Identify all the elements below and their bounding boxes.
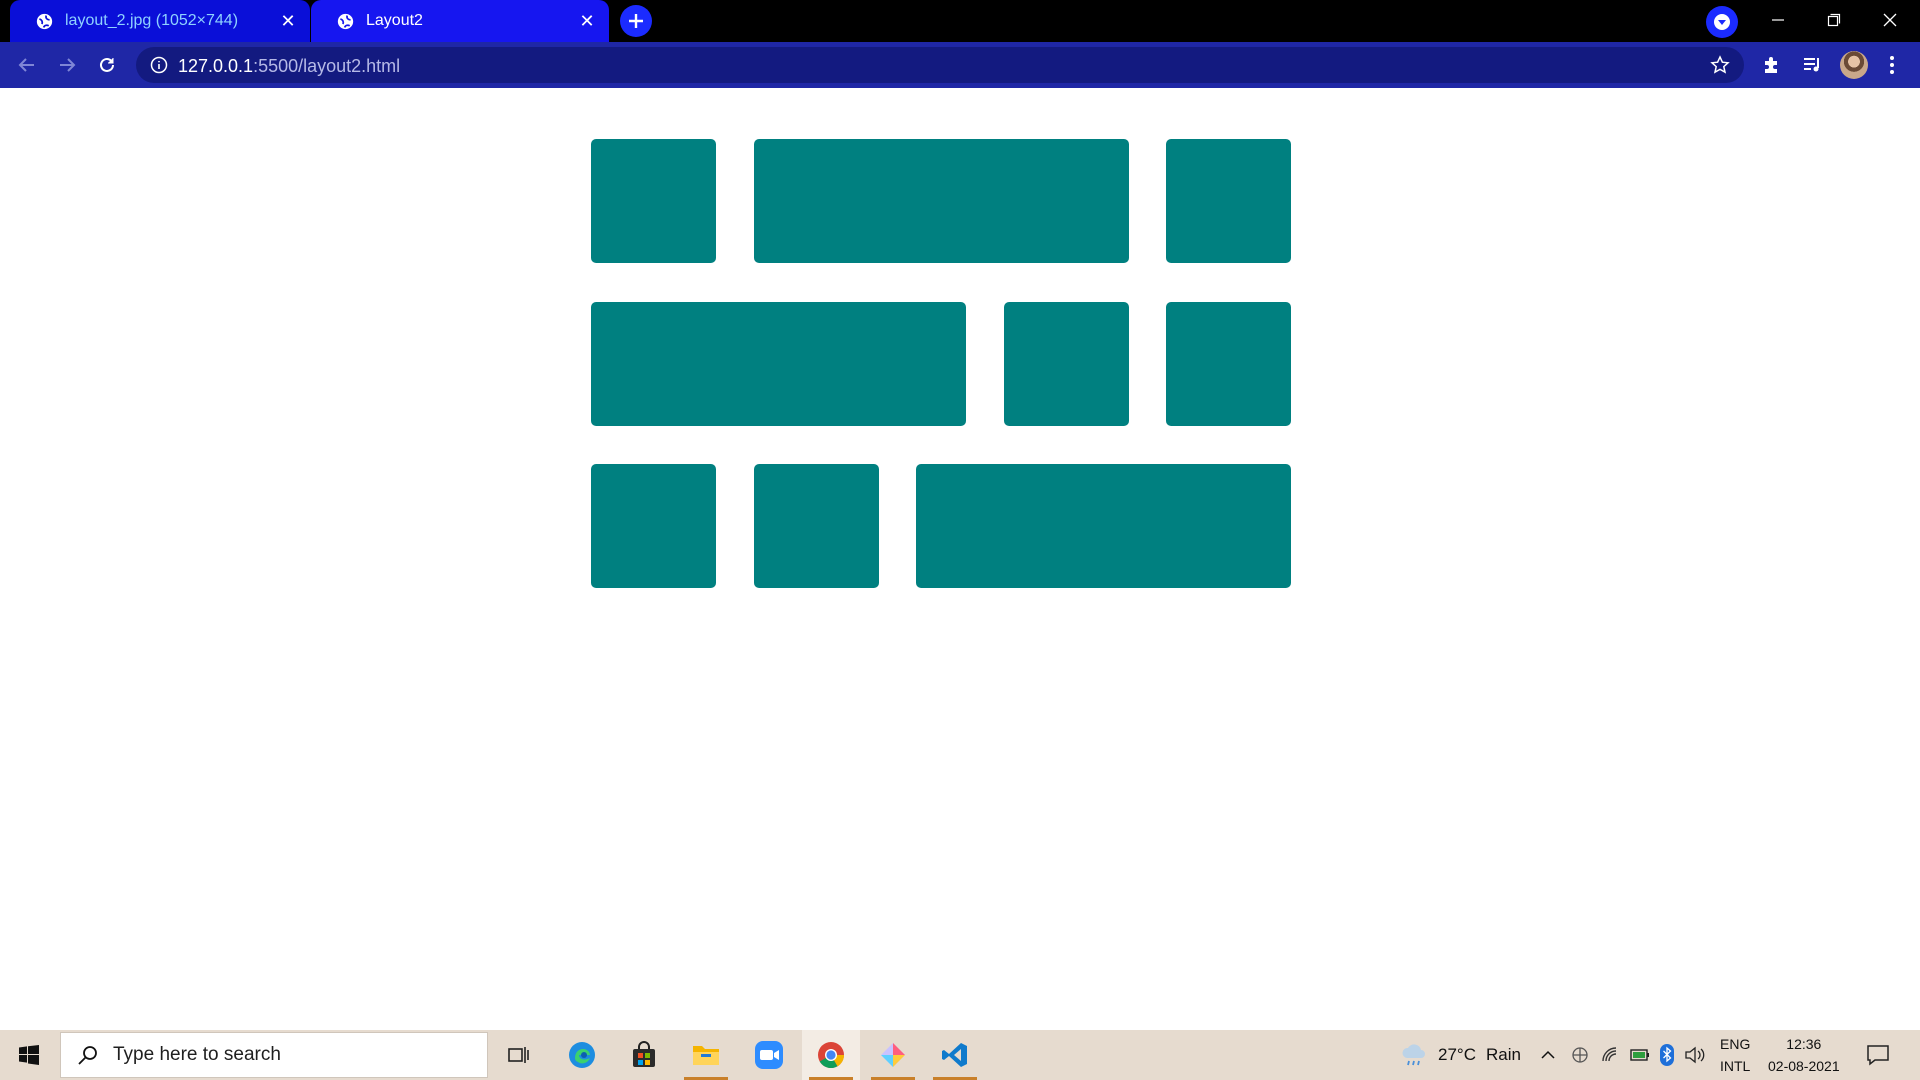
task-view-button[interactable]: [490, 1030, 548, 1080]
language-label: ENG INTL: [1720, 1033, 1750, 1077]
reload-icon: [100, 57, 114, 72]
system-tray-icons: [1540, 1030, 1706, 1080]
bluetooth-icon[interactable]: [1660, 1044, 1674, 1066]
notification-icon: [1867, 1045, 1889, 1066]
clock[interactable]: 12:36 02-08-2021: [1768, 1030, 1840, 1080]
tab-title: layout_2.jpg (1052×744): [65, 12, 239, 29]
media-control-button[interactable]: [1800, 53, 1824, 77]
close-window-button[interactable]: [1862, 0, 1918, 40]
battery-icon[interactable]: [1630, 1047, 1650, 1063]
clock-label: 12:36 02-08-2021: [1768, 1033, 1840, 1077]
restore-button[interactable]: [1806, 0, 1862, 40]
chevron-up-icon[interactable]: [1540, 1047, 1556, 1063]
globe-icon: [337, 13, 354, 29]
paint-3d-app[interactable]: [864, 1030, 922, 1080]
bookmark-star-icon[interactable]: [1710, 55, 1730, 75]
extension-badge-icon: [1714, 14, 1730, 30]
zoom-app[interactable]: [740, 1030, 798, 1080]
minimize-icon: [1772, 19, 1784, 21]
search-icon: [78, 1046, 97, 1065]
back-button[interactable]: [11, 49, 43, 81]
arrow-left-icon: [18, 58, 34, 72]
layout-block-wide: [754, 139, 1129, 263]
restore-icon: [1827, 13, 1841, 27]
tab-strip: layout_2.jpg (1052×744) ✕ Layout2 ✕: [0, 0, 1920, 42]
tab-layout-image[interactable]: layout_2.jpg (1052×744) ✕: [10, 0, 310, 42]
folder-icon: [693, 1046, 719, 1065]
language-line2: INTL: [1720, 1058, 1751, 1074]
chrome-app[interactable]: [802, 1030, 860, 1080]
forward-button[interactable]: [51, 49, 83, 81]
language-line1: ENG: [1720, 1036, 1751, 1052]
close-icon[interactable]: ✕: [579, 11, 595, 31]
plus-icon: [629, 14, 643, 28]
paint-3d-icon: [881, 1043, 905, 1067]
store-app[interactable]: [615, 1030, 673, 1080]
weather-temp: 27°C: [1438, 1045, 1476, 1064]
windows-logo-icon: [19, 1045, 39, 1065]
url-path: :5500/layout2.html: [253, 56, 401, 76]
weather-condition: Rain: [1485, 1045, 1521, 1064]
rain-cloud-icon: [1402, 1044, 1425, 1066]
language-indicator[interactable]: ENG INTL: [1720, 1030, 1750, 1080]
layout-block-small: [754, 464, 879, 588]
profile-avatar[interactable]: [1840, 51, 1868, 79]
chrome-icon: [818, 1042, 845, 1069]
browser-toolbar: 127.0.0.1:5500/layout2.html: [0, 42, 1920, 88]
search-input[interactable]: [113, 1044, 453, 1066]
extension-badge-button[interactable]: [1706, 6, 1738, 38]
speaker-icon[interactable]: [1684, 1046, 1706, 1064]
zoom-icon: [755, 1041, 783, 1069]
kebab-menu-icon: [1890, 56, 1894, 74]
file-explorer-app[interactable]: [677, 1030, 735, 1080]
tab-layout2[interactable]: Layout2 ✕: [311, 0, 609, 42]
url-host: 127.0.0.1: [178, 56, 254, 76]
layout-block-wide: [916, 464, 1291, 588]
layout-block-small: [1166, 139, 1291, 263]
minimize-button[interactable]: [1750, 0, 1806, 40]
store-bag-icon: [633, 1041, 655, 1067]
taskbar: 27°C Rain ENG INTL 12:36 02-08-2021: [0, 1030, 1920, 1080]
extensions-button[interactable]: [1760, 53, 1784, 77]
puzzle-icon: [1765, 57, 1777, 73]
menu-button[interactable]: [1880, 53, 1904, 77]
globe-icon: [36, 13, 53, 29]
taskbar-search[interactable]: [60, 1032, 488, 1078]
url-text: 127.0.0.1:5500/layout2.html: [178, 56, 400, 77]
task-view-icon: [508, 1047, 529, 1063]
start-button[interactable]: [0, 1030, 58, 1080]
network-globe-icon[interactable]: [1570, 1045, 1590, 1065]
close-icon[interactable]: ✕: [280, 11, 296, 31]
layout-block-small: [591, 464, 716, 588]
edge-icon: [569, 1042, 595, 1068]
reload-button[interactable]: [91, 49, 123, 81]
vscode-icon: [942, 1043, 967, 1067]
close-icon: [1883, 13, 1897, 27]
layout-block-wide: [591, 302, 966, 426]
info-icon[interactable]: [150, 56, 168, 74]
wifi-icon[interactable]: [1600, 1045, 1620, 1065]
clock-time: 12:36: [1786, 1036, 1822, 1052]
layout-block-small: [591, 139, 716, 263]
playlist-icon: [1804, 58, 1819, 72]
page-viewport: [0, 88, 1920, 1030]
clock-date: 02-08-2021: [1768, 1058, 1840, 1074]
layout-block-small: [1004, 302, 1129, 426]
new-tab-button[interactable]: [620, 5, 652, 37]
notification-button[interactable]: [1866, 1030, 1890, 1080]
edge-app[interactable]: [553, 1030, 611, 1080]
layout-block-small: [1166, 302, 1291, 426]
address-bar[interactable]: 127.0.0.1:5500/layout2.html: [136, 47, 1744, 83]
arrow-right-icon: [60, 58, 76, 72]
weather-widget[interactable]: 27°C Rain: [1400, 1030, 1521, 1080]
tab-title: Layout2: [366, 12, 423, 29]
vscode-app[interactable]: [926, 1030, 984, 1080]
